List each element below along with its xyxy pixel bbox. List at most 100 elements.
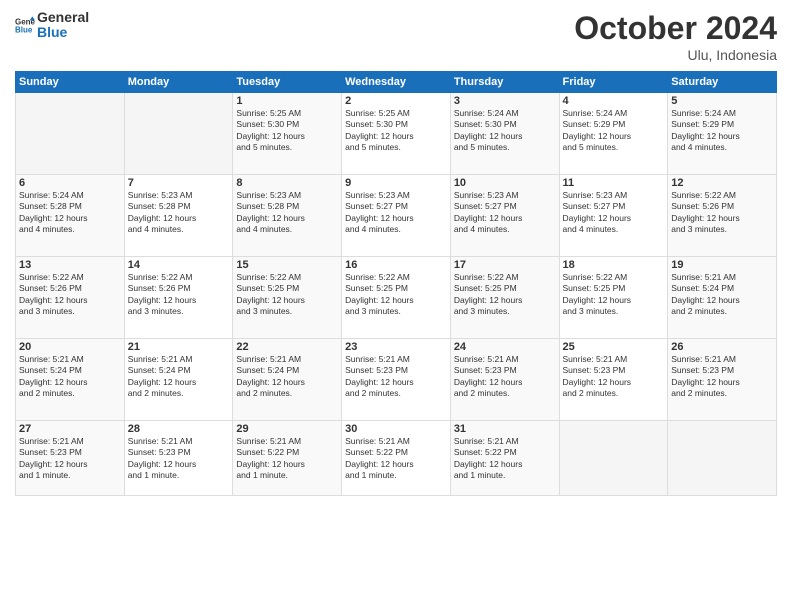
day-number: 25	[563, 341, 665, 353]
day-number: 8	[236, 177, 338, 189]
table-cell	[16, 93, 125, 175]
day-info: Sunrise: 5:23 AMSunset: 5:28 PMDaylight:…	[236, 190, 338, 236]
day-number: 29	[236, 423, 338, 435]
table-cell: 13Sunrise: 5:22 AMSunset: 5:26 PMDayligh…	[16, 257, 125, 339]
table-cell: 30Sunrise: 5:21 AMSunset: 5:22 PMDayligh…	[342, 421, 451, 496]
day-number: 1	[236, 95, 338, 107]
table-cell	[559, 421, 668, 496]
day-number: 20	[19, 341, 121, 353]
col-wednesday: Wednesday	[342, 72, 451, 93]
table-cell: 26Sunrise: 5:21 AMSunset: 5:23 PMDayligh…	[668, 339, 777, 421]
logo: General Blue General Blue	[15, 10, 89, 41]
day-info: Sunrise: 5:23 AMSunset: 5:27 PMDaylight:…	[563, 190, 665, 236]
day-number: 28	[128, 423, 230, 435]
day-number: 9	[345, 177, 447, 189]
title-block: October 2024 Ulu, Indonesia	[574, 10, 777, 63]
table-cell: 21Sunrise: 5:21 AMSunset: 5:24 PMDayligh…	[124, 339, 233, 421]
day-number: 18	[563, 259, 665, 271]
col-monday: Monday	[124, 72, 233, 93]
table-cell: 10Sunrise: 5:23 AMSunset: 5:27 PMDayligh…	[450, 175, 559, 257]
day-info: Sunrise: 5:21 AMSunset: 5:23 PMDaylight:…	[128, 436, 230, 482]
day-info: Sunrise: 5:22 AMSunset: 5:25 PMDaylight:…	[236, 272, 338, 318]
table-cell: 9Sunrise: 5:23 AMSunset: 5:27 PMDaylight…	[342, 175, 451, 257]
day-info: Sunrise: 5:22 AMSunset: 5:25 PMDaylight:…	[563, 272, 665, 318]
calendar-week-row: 20 Sunrise: 5:21 AMSunset: 5:24 PMDayligh…	[16, 339, 777, 421]
day-info: Sunrise: 5:21 AMSunset: 5:23 PMDaylight:…	[671, 354, 773, 400]
calendar-page: General Blue General Blue October 2024 U…	[0, 0, 792, 612]
table-cell: 8Sunrise: 5:23 AMSunset: 5:28 PMDaylight…	[233, 175, 342, 257]
col-friday: Friday	[559, 72, 668, 93]
svg-text:Blue: Blue	[15, 26, 33, 35]
day-number: 22	[236, 341, 338, 353]
day-info: Sunrise: 5:21 AMSunset: 5:23 PMDaylight:…	[563, 354, 665, 400]
day-number: 10	[454, 177, 556, 189]
col-thursday: Thursday	[450, 72, 559, 93]
table-cell: 25Sunrise: 5:21 AMSunset: 5:23 PMDayligh…	[559, 339, 668, 421]
logo-blue-text: Blue	[37, 25, 89, 40]
table-cell: 15Sunrise: 5:22 AMSunset: 5:25 PMDayligh…	[233, 257, 342, 339]
day-info: Sunrise: 5:23 AMSunset: 5:28 PMDaylight:…	[128, 190, 230, 236]
day-info: Sunrise: 5:21 AMSunset: 5:22 PMDaylight:…	[454, 436, 556, 482]
day-info: Sunrise: 5:22 AMSunset: 5:26 PMDaylight:…	[671, 190, 773, 236]
day-info: Sunrise: 5:22 AMSunset: 5:26 PMDaylight:…	[19, 272, 121, 318]
day-number: 27	[19, 423, 121, 435]
calendar-table: Sunday Monday Tuesday Wednesday Thursday…	[15, 71, 777, 496]
table-cell: 31Sunrise: 5:21 AMSunset: 5:22 PMDayligh…	[450, 421, 559, 496]
day-info: Sunrise: 5:25 AMSunset: 5:30 PMDaylight:…	[345, 108, 447, 154]
day-number: 23	[345, 341, 447, 353]
day-number: 14	[128, 259, 230, 271]
day-info: Sunrise: 5:24 AMSunset: 5:29 PMDaylight:…	[563, 108, 665, 154]
table-cell: 27Sunrise: 5:21 AMSunset: 5:23 PMDayligh…	[16, 421, 125, 496]
day-number: 3	[454, 95, 556, 107]
day-info: Sunrise: 5:21 AMSunset: 5:24 PMDaylight:…	[236, 354, 338, 400]
day-info: Sunrise: 5:22 AMSunset: 5:26 PMDaylight:…	[128, 272, 230, 318]
day-number: 5	[671, 95, 773, 107]
table-cell: 16Sunrise: 5:22 AMSunset: 5:25 PMDayligh…	[342, 257, 451, 339]
day-info: Sunrise: 5:22 AMSunset: 5:25 PMDaylight:…	[345, 272, 447, 318]
day-info: Sunrise: 5:23 AMSunset: 5:27 PMDaylight:…	[345, 190, 447, 236]
table-cell: 22Sunrise: 5:21 AMSunset: 5:24 PMDayligh…	[233, 339, 342, 421]
table-cell: 17Sunrise: 5:22 AMSunset: 5:25 PMDayligh…	[450, 257, 559, 339]
day-info: Sunrise: 5:21 AMSunset: 5:24 PMDaylight:…	[671, 272, 773, 318]
day-number: 4	[563, 95, 665, 107]
table-cell	[124, 93, 233, 175]
calendar-week-row: 1Sunrise: 5:25 AMSunset: 5:30 PMDaylight…	[16, 93, 777, 175]
table-cell: 12Sunrise: 5:22 AMSunset: 5:26 PMDayligh…	[668, 175, 777, 257]
table-cell: 19Sunrise: 5:21 AMSunset: 5:24 PMDayligh…	[668, 257, 777, 339]
day-info: Sunrise: 5:23 AMSunset: 5:27 PMDaylight:…	[454, 190, 556, 236]
day-info: Sunrise: 5:24 AMSunset: 5:30 PMDaylight:…	[454, 108, 556, 154]
day-info: Sunrise: 5:24 AMSunset: 5:29 PMDaylight:…	[671, 108, 773, 154]
day-info: Sunrise: 5:24 AMSunset: 5:28 PMDaylight:…	[19, 190, 121, 236]
location: Ulu, Indonesia	[574, 47, 777, 63]
day-number: 24	[454, 341, 556, 353]
day-number: 7	[128, 177, 230, 189]
day-number: 15	[236, 259, 338, 271]
calendar-week-row: 27Sunrise: 5:21 AMSunset: 5:23 PMDayligh…	[16, 421, 777, 496]
logo-icon: General Blue	[15, 15, 35, 35]
table-cell: 14Sunrise: 5:22 AMSunset: 5:26 PMDayligh…	[124, 257, 233, 339]
day-info: Sunrise: 5:21 AMSunset: 5:24 PMDaylight:…	[128, 354, 230, 400]
day-number: 13	[19, 259, 121, 271]
calendar-week-row: 6Sunrise: 5:24 AMSunset: 5:28 PMDaylight…	[16, 175, 777, 257]
table-cell: 4Sunrise: 5:24 AMSunset: 5:29 PMDaylight…	[559, 93, 668, 175]
col-tuesday: Tuesday	[233, 72, 342, 93]
day-info: Sunrise: 5:25 AMSunset: 5:30 PMDaylight:…	[236, 108, 338, 154]
day-info: Sunrise: 5:21 AMSunset: 5:23 PMDaylight:…	[454, 354, 556, 400]
day-number: 2	[345, 95, 447, 107]
table-cell: 1Sunrise: 5:25 AMSunset: 5:30 PMDaylight…	[233, 93, 342, 175]
table-cell: 18Sunrise: 5:22 AMSunset: 5:25 PMDayligh…	[559, 257, 668, 339]
table-cell: 29Sunrise: 5:21 AMSunset: 5:22 PMDayligh…	[233, 421, 342, 496]
day-info: Sunrise: 5:21 AMSunset: 5:23 PMDaylight:…	[345, 354, 447, 400]
day-number: 19	[671, 259, 773, 271]
day-number: 11	[563, 177, 665, 189]
month-title: October 2024	[574, 10, 777, 47]
day-info: Sunrise: 5:21 AMSunset: 5:23 PMDaylight:…	[19, 436, 121, 482]
table-cell: 6Sunrise: 5:24 AMSunset: 5:28 PMDaylight…	[16, 175, 125, 257]
day-number: 30	[345, 423, 447, 435]
day-number: 26	[671, 341, 773, 353]
day-number: 31	[454, 423, 556, 435]
table-cell: 5Sunrise: 5:24 AMSunset: 5:29 PMDaylight…	[668, 93, 777, 175]
calendar-header-row: Sunday Monday Tuesday Wednesday Thursday…	[16, 72, 777, 93]
table-cell	[668, 421, 777, 496]
logo-general-text: General	[37, 10, 89, 25]
